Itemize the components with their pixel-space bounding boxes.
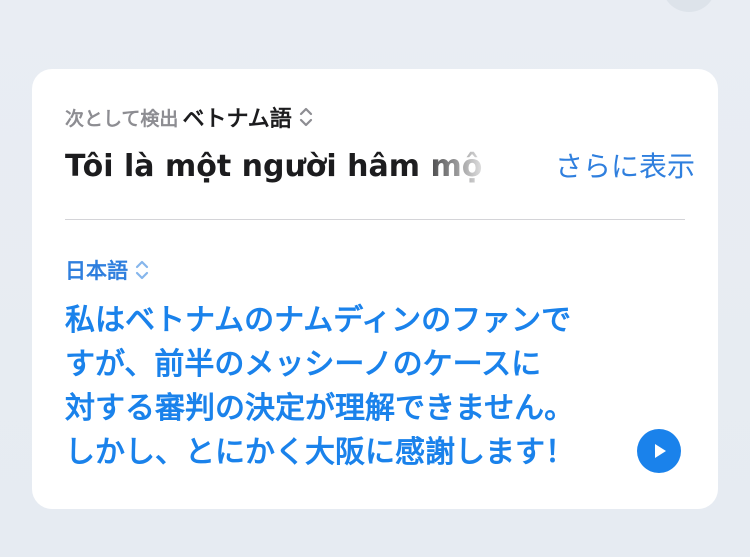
source-language-selector[interactable]: ベトナム語 [182, 101, 291, 133]
detected-language-row[interactable]: 次として検出 ベトナム語 [65, 102, 314, 132]
detected-as-label: 次として検出 [65, 107, 179, 130]
source-text-row: Tôi là một người hâm mộ đội Việt Nam Địn… [65, 147, 695, 187]
translated-line: 私はベトナムのナムディンのファンで [65, 303, 572, 338]
target-language-row[interactable]: 日本語 [65, 255, 150, 285]
translated-line: しかし、とにかく大阪に感謝します！ [65, 435, 575, 470]
source-text: Tôi là một người hâm mộ đội Việt Nam Địn… [65, 149, 485, 184]
translation-card: 次として検出 ベトナム語 Tôi là một người hâm mộ đội… [32, 69, 718, 509]
show-more-link[interactable]: さらに表示 [555, 147, 695, 187]
chevron-up-down-icon[interactable] [298, 106, 314, 128]
play-icon [655, 444, 666, 458]
translated-line: すが、前半のメッシーノのケースに [65, 347, 542, 382]
top-button-partial[interactable] [662, 0, 716, 12]
play-button[interactable] [637, 429, 681, 473]
translated-text: 私はベトナムのナムディンのファンで すが、前半のメッシーノのケースに 対する審判… [65, 299, 625, 475]
target-language-selector[interactable]: 日本語 [65, 255, 128, 285]
chevron-up-down-icon[interactable] [134, 259, 150, 281]
divider [65, 219, 685, 220]
translated-line: 対する審判の決定が理解できません。 [65, 391, 575, 426]
